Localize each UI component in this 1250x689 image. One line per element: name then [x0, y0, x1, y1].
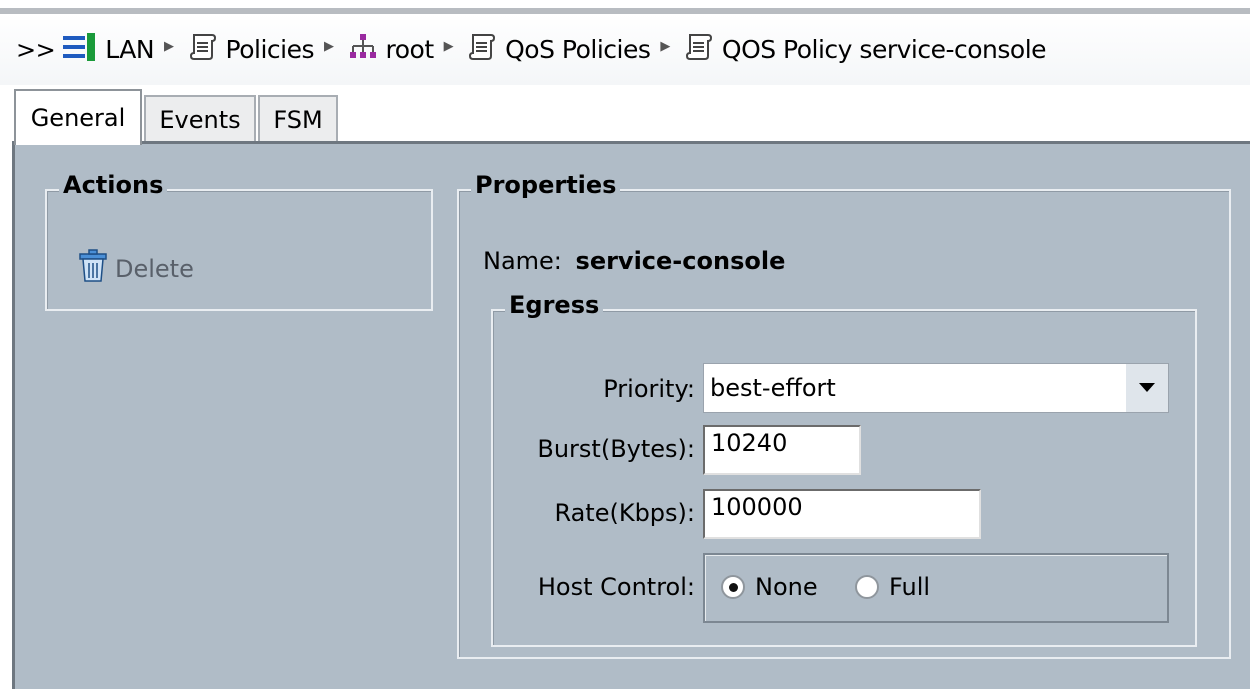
lan-icon: [63, 32, 97, 67]
egress-group: Egress Priority: best-effort Burst(Bytes…: [491, 291, 1197, 647]
tab-strip: General Events FSM: [0, 85, 1250, 145]
breadcrumb-separator-icon: ▶: [324, 39, 334, 54]
name-row: Name: service-console: [483, 247, 785, 275]
tab-general[interactable]: General: [14, 89, 142, 145]
breadcrumb-separator-icon: ▶: [660, 39, 670, 54]
host-control-label: Host Control:: [537, 573, 695, 601]
breadcrumb-item-root[interactable]: root: [348, 32, 434, 68]
breadcrumb-label: LAN: [105, 35, 155, 64]
policy-scroll-icon: [467, 32, 497, 68]
actions-group: Actions Delete: [45, 171, 433, 311]
general-panel: Actions Delete Properties Name: service-…: [12, 141, 1250, 689]
breadcrumb-item-policies[interactable]: Policies: [188, 32, 315, 68]
tab-events[interactable]: Events: [144, 95, 256, 143]
name-label: Name:: [483, 247, 562, 275]
breadcrumb-item-qos-policies[interactable]: QoS Policies: [467, 32, 651, 68]
breadcrumb-label: QoS Policies: [505, 35, 651, 64]
radio-label: Full: [889, 573, 931, 601]
trash-icon: [77, 249, 109, 289]
name-value: service-console: [575, 247, 786, 275]
actions-title: Actions: [59, 171, 168, 199]
org-tree-icon: [348, 32, 378, 68]
rate-input[interactable]: 100000: [703, 489, 981, 539]
policy-scroll-icon: [684, 32, 714, 68]
tab-fsm[interactable]: FSM: [258, 95, 338, 143]
breadcrumb-label: root: [385, 35, 435, 64]
breadcrumb-separator-icon: ▶: [164, 39, 174, 54]
priority-select[interactable]: best-effort: [703, 363, 1169, 413]
priority-value: best-effort: [710, 374, 836, 402]
rate-label: Rate(Kbps):: [554, 499, 695, 527]
breadcrumb-label: Policies: [225, 35, 315, 64]
egress-title: Egress: [505, 291, 604, 319]
delete-label: Delete: [115, 255, 194, 283]
breadcrumb-item-current-policy[interactable]: QOS Policy service-console: [684, 32, 1047, 68]
breadcrumb-item-lan[interactable]: LAN: [63, 32, 155, 67]
breadcrumb-expand-toggle[interactable]: >>: [16, 36, 56, 64]
delete-button[interactable]: Delete: [77, 249, 194, 289]
properties-title: Properties: [471, 171, 621, 199]
burst-input[interactable]: 10240: [703, 425, 861, 475]
radio-selected-icon: [721, 575, 745, 599]
radio-unselected-icon: [855, 575, 879, 599]
policy-scroll-icon: [188, 32, 218, 68]
breadcrumb-label: QOS Policy service-console: [721, 35, 1047, 64]
properties-group: Properties Name: service-console Egress …: [457, 171, 1231, 659]
burst-label: Burst(Bytes):: [537, 435, 695, 463]
breadcrumb: >> LAN ▶ Policies ▶ root ▶ QoS Policies …: [0, 8, 1250, 85]
host-control-full-radio[interactable]: Full: [855, 573, 930, 601]
radio-label: None: [755, 573, 818, 601]
breadcrumb-separator-icon: ▶: [443, 39, 454, 54]
chevron-down-icon[interactable]: [1126, 364, 1168, 412]
host-control-none-radio[interactable]: None: [721, 573, 818, 601]
host-control-group: None Full: [703, 553, 1169, 623]
priority-label: Priority:: [603, 375, 695, 403]
